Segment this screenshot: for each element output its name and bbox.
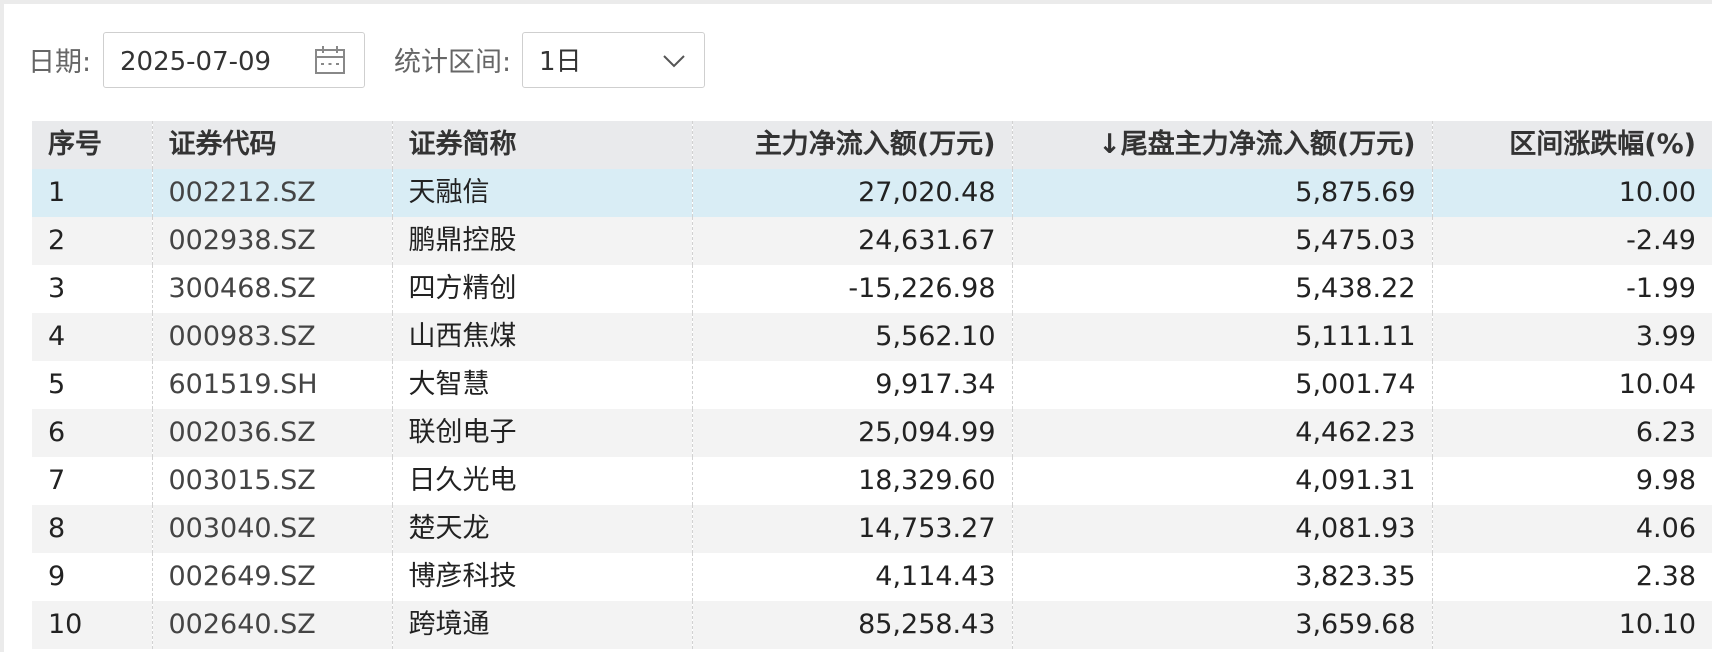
code-cell: 003015.SZ (152, 457, 393, 505)
calendar-icon[interactable] (314, 45, 346, 75)
change-pct-cell: 6.23 (1432, 409, 1712, 457)
close-inflow-cell: 4,462.23 (1012, 409, 1433, 457)
close-inflow-cell: 3,823.35 (1012, 553, 1433, 601)
main-inflow-cell: 25,094.99 (692, 409, 1013, 457)
main-inflow-cell: 85,258.43 (692, 601, 1013, 649)
header-index[interactable]: 序号 (32, 121, 153, 169)
change-pct-cell: 10.00 (1432, 169, 1712, 217)
table-header-row: 序号 证券代码 证券简称 主力净流入额(万元) ↓尾盘主力净流入额(万元) 区间… (32, 121, 1712, 169)
main-inflow-cell: 18,329.60 (692, 457, 1013, 505)
code-cell: 002212.SZ (152, 169, 393, 217)
code-cell: 601519.SH (152, 361, 393, 409)
code-cell: 300468.SZ (152, 265, 393, 313)
header-close-inflow-sorted[interactable]: ↓尾盘主力净流入额(万元) (1012, 121, 1433, 169)
name-cell: 天融信 (392, 169, 693, 217)
close-inflow-cell: 3,659.68 (1012, 601, 1433, 649)
main-inflow-cell: 24,631.67 (692, 217, 1013, 265)
table-row[interactable]: 4 000983.SZ 山西焦煤 5,562.10 5,111.11 3.99 (32, 313, 1712, 361)
index-cell: 2 (32, 217, 153, 265)
table-row[interactable]: 5 601519.SH 大智慧 9,917.34 5,001.74 10.04 (32, 361, 1712, 409)
table-row[interactable]: 7 003015.SZ 日久光电 18,329.60 4,091.31 9.98 (32, 457, 1712, 505)
range-select[interactable]: 1日 (522, 32, 705, 88)
close-inflow-cell: 5,475.03 (1012, 217, 1433, 265)
table-body: 1 002212.SZ 天融信 27,020.48 5,875.69 10.00 2 0029… (32, 169, 1712, 649)
index-cell: 6 (32, 409, 153, 457)
main-inflow-cell: 4,114.43 (692, 553, 1013, 601)
name-cell: 博彦科技 (392, 553, 693, 601)
table-row[interactable]: 2 002938.SZ 鹏鼎控股 24,631.67 5,475.03 -2.49 (32, 217, 1712, 265)
change-pct-cell: -1.99 (1432, 265, 1712, 313)
code-cell: 002649.SZ (152, 553, 393, 601)
close-inflow-cell: 5,438.22 (1012, 265, 1433, 313)
main-inflow-cell: 5,562.10 (692, 313, 1013, 361)
change-pct-cell: 10.04 (1432, 361, 1712, 409)
change-pct-cell: 10.10 (1432, 601, 1712, 649)
main-inflow-cell: 14,753.27 (692, 505, 1013, 553)
table-row[interactable]: 6 002036.SZ 联创电子 25,094.99 4,462.23 6.23 (32, 409, 1712, 457)
range-value: 1日 (539, 47, 582, 77)
close-inflow-cell: 4,081.93 (1012, 505, 1433, 553)
name-cell: 鹏鼎控股 (392, 217, 693, 265)
code-cell: 000983.SZ (152, 313, 393, 361)
index-cell: 10 (32, 601, 153, 649)
code-cell: 003040.SZ (152, 505, 393, 553)
header-change-pct[interactable]: 区间涨跌幅(%) (1432, 121, 1712, 169)
index-cell: 4 (32, 313, 153, 361)
table-row[interactable]: 3 300468.SZ 四方精创 -15,226.98 5,438.22 -1.99 (32, 265, 1712, 313)
index-cell: 9 (32, 553, 153, 601)
index-cell: 1 (32, 169, 153, 217)
close-inflow-cell: 5,111.11 (1012, 313, 1433, 361)
change-pct-cell: 3.99 (1432, 313, 1712, 361)
change-pct-cell: -2.49 (1432, 217, 1712, 265)
fund-flow-table: 序号 证券代码 证券简称 主力净流入额(万元) ↓尾盘主力净流入额(万元) 区间… (32, 121, 1712, 649)
code-cell: 002938.SZ (152, 217, 393, 265)
header-main-inflow[interactable]: 主力净流入额(万元) (692, 121, 1013, 169)
data-panel: 日期: 2025-07-09 统计区间: 1日 序号 证券代码 证券简称 主力净… (4, 4, 1712, 652)
name-cell: 跨境通 (392, 601, 693, 649)
chevron-down-icon[interactable] (662, 53, 686, 69)
date-label: 日期: (28, 47, 92, 78)
main-inflow-cell: 9,917.34 (692, 361, 1013, 409)
range-label: 统计区间: (394, 47, 512, 78)
main-inflow-cell: 27,020.48 (692, 169, 1013, 217)
name-cell: 山西焦煤 (392, 313, 693, 361)
table-row[interactable]: 8 003040.SZ 楚天龙 14,753.27 4,081.93 4.06 (32, 505, 1712, 553)
table-row[interactable]: 1 002212.SZ 天融信 27,020.48 5,875.69 10.00 (32, 169, 1712, 217)
filter-bar: 日期: 2025-07-09 统计区间: 1日 (4, 32, 1712, 92)
index-cell: 3 (32, 265, 153, 313)
table-row[interactable]: 10 002640.SZ 跨境通 85,258.43 3,659.68 10.10 (32, 601, 1712, 649)
name-cell: 楚天龙 (392, 505, 693, 553)
name-cell: 联创电子 (392, 409, 693, 457)
table-row[interactable]: 9 002649.SZ 博彦科技 4,114.43 3,823.35 2.38 (32, 553, 1712, 601)
code-cell: 002640.SZ (152, 601, 393, 649)
change-pct-cell: 9.98 (1432, 457, 1712, 505)
code-cell: 002036.SZ (152, 409, 393, 457)
name-cell: 四方精创 (392, 265, 693, 313)
change-pct-cell: 4.06 (1432, 505, 1712, 553)
close-inflow-cell: 5,875.69 (1012, 169, 1433, 217)
index-cell: 7 (32, 457, 153, 505)
index-cell: 8 (32, 505, 153, 553)
close-inflow-cell: 4,091.31 (1012, 457, 1433, 505)
close-inflow-cell: 5,001.74 (1012, 361, 1433, 409)
main-inflow-cell: -15,226.98 (692, 265, 1013, 313)
name-cell: 日久光电 (392, 457, 693, 505)
header-code[interactable]: 证券代码 (152, 121, 393, 169)
date-value: 2025-07-09 (120, 47, 272, 77)
change-pct-cell: 2.38 (1432, 553, 1712, 601)
name-cell: 大智慧 (392, 361, 693, 409)
index-cell: 5 (32, 361, 153, 409)
date-picker[interactable]: 2025-07-09 (103, 32, 365, 88)
header-name[interactable]: 证券简称 (392, 121, 693, 169)
